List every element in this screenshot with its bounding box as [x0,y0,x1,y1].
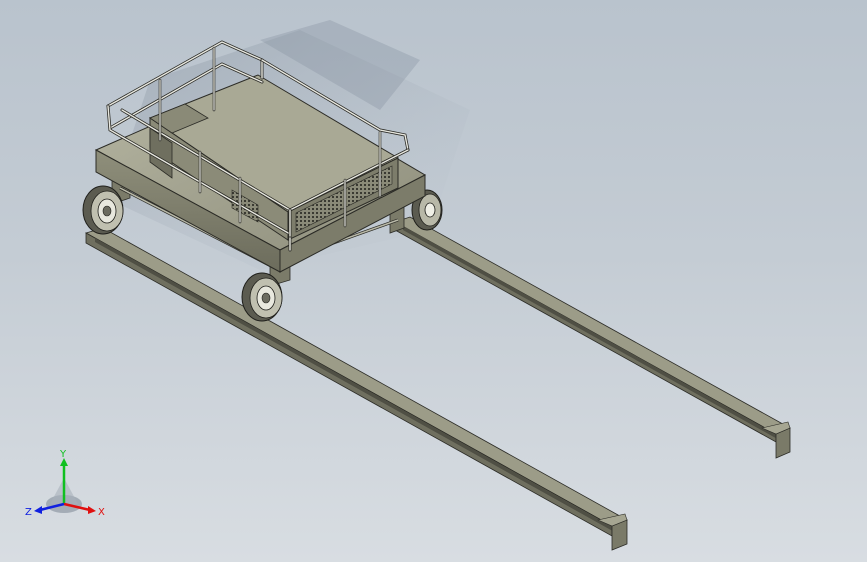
y-axis-label: Y [59,449,67,460]
x-axis-arrow-icon [88,506,96,514]
z-axis-arrow-icon [34,506,42,514]
orientation-triad[interactable]: Y X Z [22,448,112,528]
cad-viewport[interactable]: Y X Z [0,0,867,562]
x-axis-label: X [98,507,105,518]
rail-front [84,227,628,551]
z-axis-label: Z [25,507,32,518]
rail-back [394,216,791,459]
model-scene[interactable] [0,0,867,562]
wheel-front-right [241,272,283,322]
wheel-front-left [82,185,124,235]
